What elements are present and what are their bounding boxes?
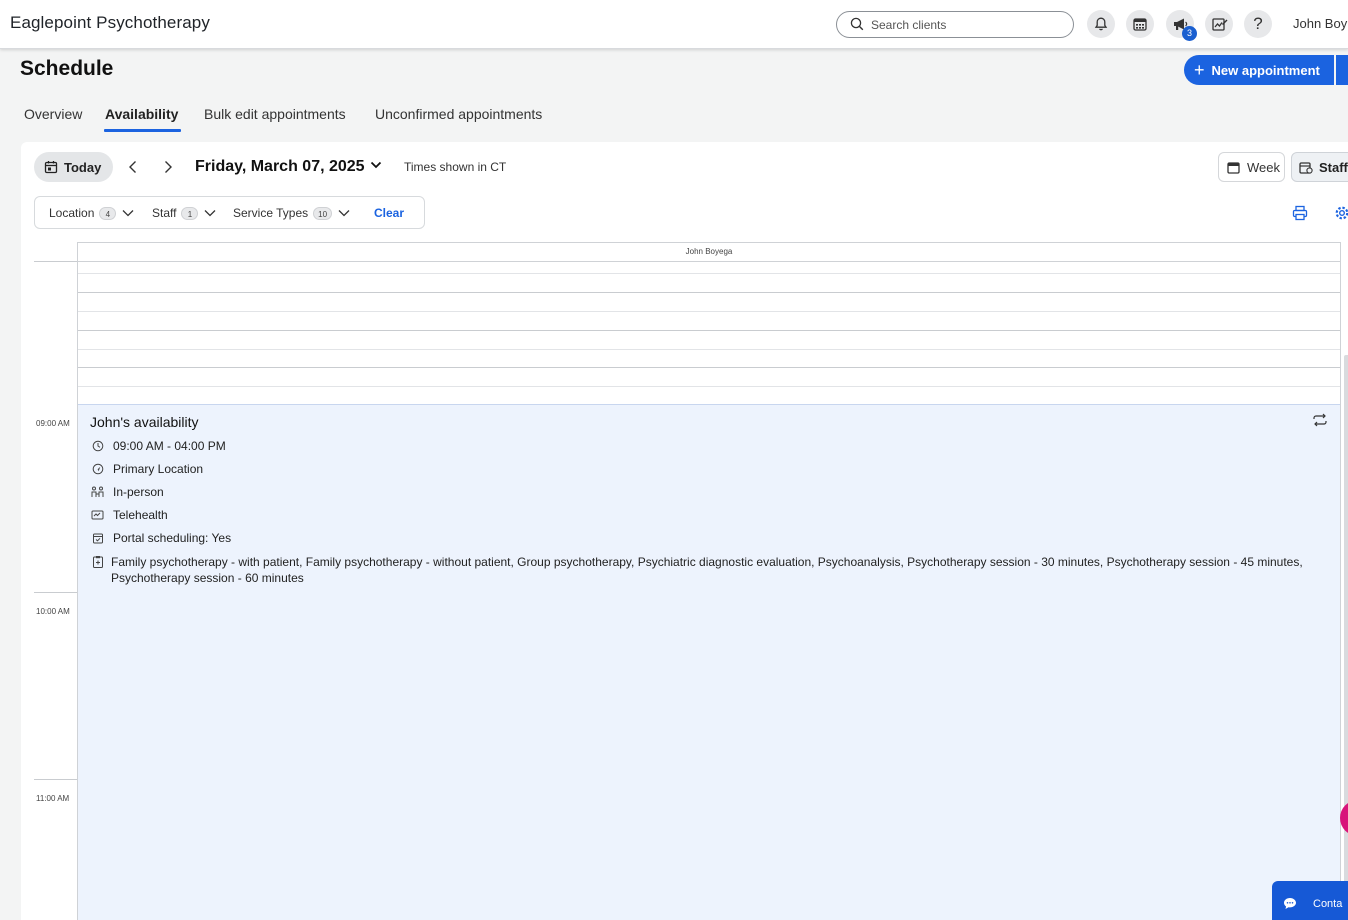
grid-line	[78, 311, 1340, 312]
today-label: Today	[64, 159, 102, 175]
bell-icon	[1094, 17, 1108, 31]
tab-availability[interactable]: Availability	[103, 106, 182, 132]
new-appointment-button[interactable]: + New appointment	[1184, 55, 1334, 85]
time-label: 11:00 AM	[36, 794, 70, 803]
app-brand[interactable]: Eaglepoint Psychotherapy	[10, 13, 210, 33]
chevron-down-icon	[338, 210, 350, 217]
tab-overview[interactable]: Overview	[24, 106, 82, 130]
availability-time-range: 09:00 AM - 04:00 PM	[113, 439, 226, 453]
availability-block[interactable]: John's availability 09:00 AM - 04:00 PM …	[78, 404, 1340, 920]
repeat-icon[interactable]	[1312, 413, 1328, 427]
chat-icon	[1284, 898, 1296, 909]
people-icon	[91, 486, 104, 497]
availability-services: Family psychotherapy - with patient, Fam…	[111, 555, 1303, 585]
new-appointment-label: New appointment	[1211, 62, 1320, 78]
service-types-count-badge: 10	[313, 206, 333, 220]
notification-badge: 3	[1182, 26, 1197, 41]
availability-location: Primary Location	[113, 462, 204, 476]
user-menu[interactable]: John Boy	[1293, 16, 1347, 31]
staff-column-header: John Boyega	[78, 243, 1340, 262]
previous-day-button[interactable]	[124, 158, 142, 176]
chevron-down-icon[interactable]	[370, 160, 382, 170]
today-button[interactable]: Today	[34, 152, 113, 182]
calendar-today-icon	[44, 161, 58, 174]
scrollbar[interactable]	[1344, 355, 1348, 920]
time-divider	[34, 261, 77, 262]
gear-icon[interactable]	[1334, 205, 1348, 221]
staff-label: Staff	[1319, 159, 1348, 175]
chevron-left-icon	[129, 161, 136, 173]
calendar-button[interactable]	[1126, 10, 1154, 38]
timezone-note: Times shown in CT	[404, 160, 507, 174]
availability-telehealth: Telehealth	[113, 508, 168, 522]
location-filter[interactable]: Location 4	[49, 206, 134, 220]
location-icon	[92, 463, 103, 475]
service-types-filter[interactable]: Service Types 10	[233, 206, 350, 220]
availability-portal-row: Portal scheduling: Yes	[91, 531, 231, 545]
contact-label: Conta	[1313, 897, 1343, 910]
grid-line	[78, 367, 1340, 368]
week-calendar-icon	[1227, 161, 1240, 174]
reports-button[interactable]	[1205, 10, 1233, 38]
availability-services-row: Family psychotherapy - with patient, Fam…	[91, 554, 1311, 586]
filter-bar: Location 4 Staff 1 Service Types 10 Clea…	[34, 196, 425, 229]
contact-button[interactable]: Conta	[1272, 881, 1348, 920]
announcements-button[interactable]: 3	[1166, 10, 1197, 41]
week-label: Week	[1247, 159, 1280, 175]
availability-telehealth-row: Telehealth	[91, 508, 168, 522]
calendar-icon	[1133, 18, 1147, 31]
search-input[interactable]	[871, 16, 1061, 34]
grid-line	[78, 386, 1340, 387]
search-box[interactable]	[836, 11, 1074, 38]
staff-filter-label: Staff	[152, 206, 177, 220]
question-icon: ?	[1253, 14, 1263, 33]
clipboard-icon	[92, 556, 103, 568]
staff-count-badge: 1	[181, 206, 199, 220]
time-divider	[34, 592, 77, 593]
chevron-right-icon	[165, 161, 172, 173]
chevron-down-icon	[205, 210, 216, 217]
page-title: Schedule	[20, 57, 114, 80]
new-appointment-dropdown[interactable]	[1336, 55, 1348, 85]
help-button[interactable]: ?	[1244, 10, 1272, 38]
clock-icon	[92, 440, 103, 452]
availability-in-person-row: In-person	[91, 485, 164, 499]
telehealth-icon	[91, 510, 104, 520]
clear-filters-button[interactable]: Clear	[374, 206, 404, 220]
availability-in-person: In-person	[113, 485, 164, 499]
search-icon	[850, 17, 864, 31]
print-icon[interactable]	[1292, 205, 1308, 221]
availability-portal-scheduling: Portal scheduling: Yes	[113, 531, 232, 545]
location-filter-label: Location	[49, 206, 95, 220]
next-day-button[interactable]	[159, 158, 177, 176]
week-view-button[interactable]: Week	[1218, 152, 1285, 182]
chevron-down-icon	[122, 210, 134, 217]
grid-line	[78, 330, 1340, 331]
top-bar: Eaglepoint Psychotherapy 3 ? John Boy	[0, 0, 1348, 49]
staff-filter[interactable]: Staff 1	[152, 206, 216, 220]
time-label: 09:00 AM	[36, 419, 70, 428]
time-divider	[34, 779, 77, 780]
staff-calendar-icon	[1299, 161, 1313, 174]
tab-unconfirmed[interactable]: Unconfirmed appointments	[375, 106, 542, 130]
chart-edit-icon	[1211, 18, 1227, 31]
calendar-check-icon	[92, 533, 103, 544]
staff-view-button[interactable]: Staff	[1291, 152, 1348, 182]
tab-bulk-edit[interactable]: Bulk edit appointments	[204, 106, 346, 130]
date-picker[interactable]: Friday, March 07, 2025	[195, 158, 365, 176]
grid-line	[78, 349, 1340, 350]
availability-time-row: 09:00 AM - 04:00 PM	[91, 439, 226, 453]
plus-icon: +	[1194, 60, 1205, 80]
grid-line	[78, 273, 1340, 274]
service-types-filter-label: Service Types	[233, 206, 309, 220]
availability-title: John's availability	[90, 414, 199, 430]
availability-location-row: Primary Location	[91, 462, 203, 476]
location-count-badge: 4	[99, 206, 117, 220]
time-label: 10:00 AM	[36, 607, 70, 616]
notifications-button[interactable]	[1087, 10, 1115, 38]
grid-line	[78, 292, 1340, 293]
